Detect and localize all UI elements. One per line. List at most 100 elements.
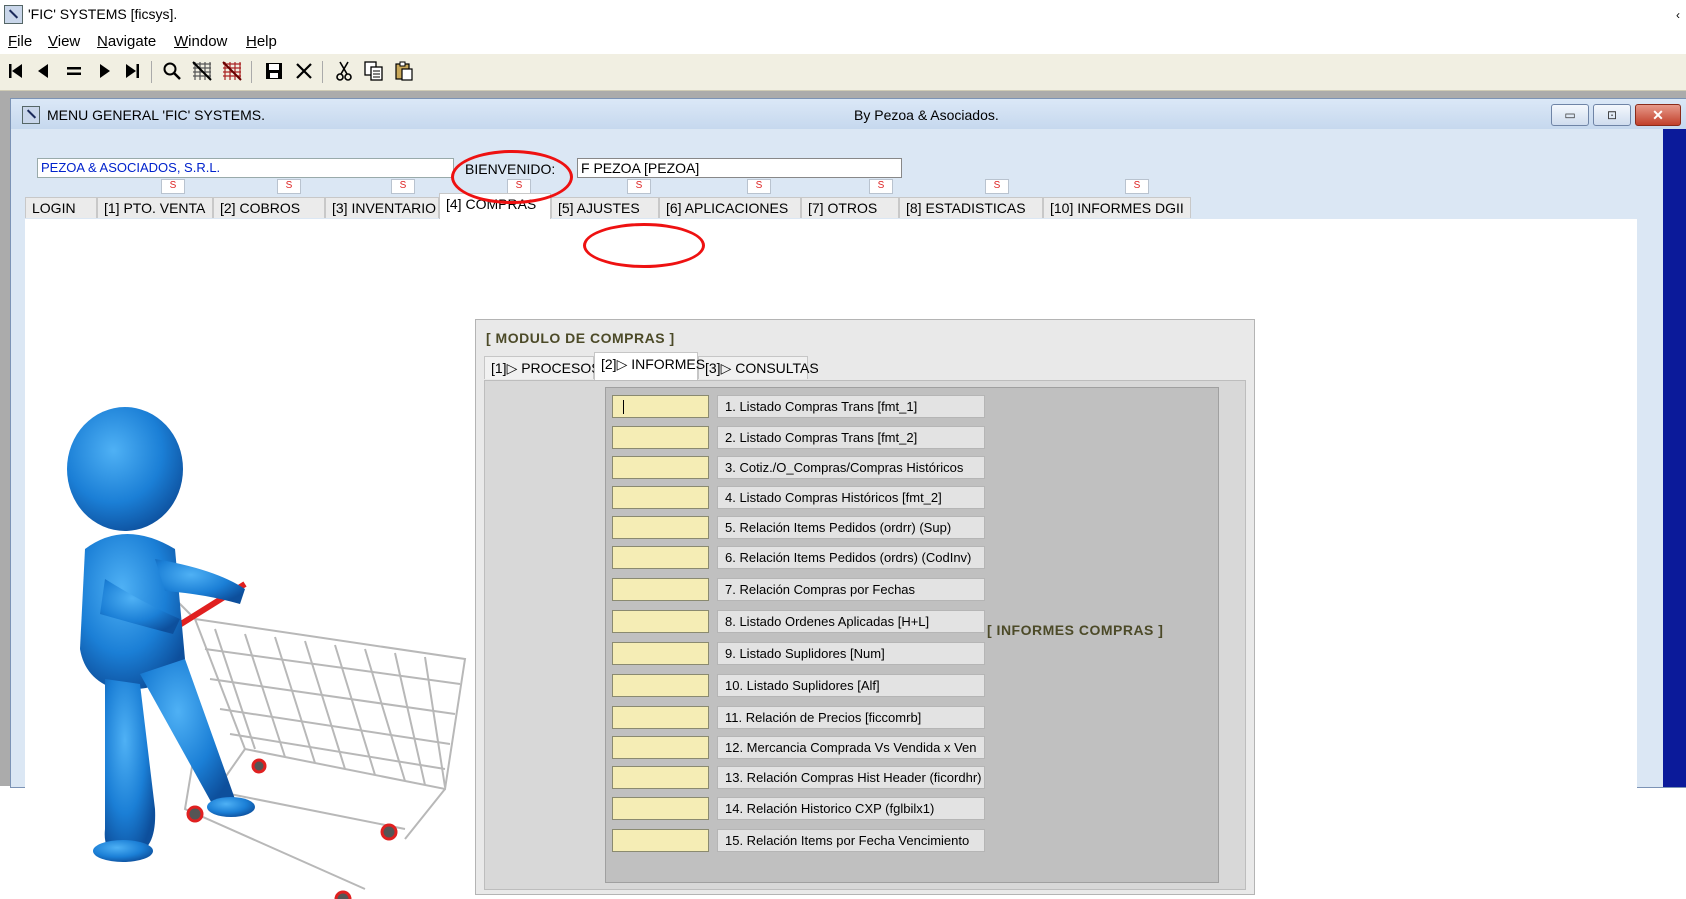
report-button-15[interactable]: 15. Relación Items por Fecha Vencimiento [717,829,985,852]
tab-login[interactable]: LOGIN [25,197,97,218]
save-icon[interactable] [262,59,286,83]
previous-record-icon[interactable] [32,59,56,83]
tab-ajustes[interactable]: [5] AJUSTES [551,197,659,218]
informes-compras-label: [ INFORMES COMPRAS ] [987,622,1164,638]
minimize-button[interactable]: ▭ [1551,104,1589,126]
tab-inventario[interactable]: [3] INVENTARIO [325,197,439,218]
tab-marker: S [507,179,531,194]
menu-navigate-accel: N [97,33,108,50]
menu-help[interactable]: Help [246,33,277,50]
mdi-titlebar[interactable]: MENU GENERAL 'FIC' SYSTEMS. By Pezoa & A… [11,99,1686,129]
report-button-6[interactable]: 6. Relación Items Pedidos (ordrs) (CodIn… [717,546,985,569]
tab-cobros[interactable]: [2] COBROS [213,197,325,218]
copy-icon[interactable] [362,59,386,83]
first-record-icon[interactable] [4,59,28,83]
menu-view-accel: V [48,33,58,50]
company-field[interactable]: PEZOA & ASOCIADOS, S.R.L. [37,158,454,178]
tab-otros[interactable]: [7] OTROS [801,197,899,218]
tab-compras[interactable]: [4] COMPRAS [439,193,551,219]
tab-marker: S [985,179,1009,194]
text-cursor [623,400,624,414]
menu-navigate-label: avigate [107,33,157,50]
right-strip [1663,129,1686,787]
tab-aplicaciones[interactable]: [6] APLICACIONES [659,197,801,218]
cut-icon[interactable] [332,59,356,83]
last-record-icon[interactable] [120,59,144,83]
report-option-input[interactable] [612,736,709,759]
filter-clear-icon[interactable] [220,59,244,83]
subtab-informes[interactable]: [2]▷ INFORMES [594,352,705,380]
mdi-content: PEZOA & ASOCIADOS, S.R.L. BIENVENIDO: F … [17,129,1657,899]
report-button-10[interactable]: 10. Listado Suplidores [Alf] [717,674,985,697]
search-icon[interactable] [160,59,184,83]
menu-window[interactable]: Window [174,33,227,50]
report-option-input[interactable] [612,486,709,509]
tab-marker: S [747,179,771,194]
report-button-14[interactable]: 14. Relación Historico CXP (fglbilx1) [717,797,985,820]
tab-estadisticas[interactable]: [8] ESTADISTICAS [899,197,1043,218]
report-button-9[interactable]: 9. Listado Suplidores [Num] [717,642,985,665]
menu-help-accel: H [246,33,257,50]
report-option-input[interactable] [612,578,709,601]
report-button-4[interactable]: 4. Listado Compras Históricos [fmt_2] [717,486,985,509]
report-option-input[interactable] [612,546,709,569]
filter-icon[interactable] [190,59,214,83]
report-option-input[interactable] [612,642,709,665]
mdi-window: MENU GENERAL 'FIC' SYSTEMS. By Pezoa & A… [10,98,1686,899]
mdi-byline: By Pezoa & Asociados. [854,107,999,123]
informes-right-area [1221,387,1233,881]
menu-file-accel: F [8,33,18,50]
delete-icon[interactable] [292,59,316,83]
report-option-input[interactable] [612,426,709,449]
close-icon: ✕ [1652,106,1664,123]
app-icon [4,5,23,24]
toolbar [0,54,1686,91]
menu-view-label: iew [57,33,81,50]
toolbar-separator [151,61,152,83]
restore-button[interactable]: ⊡ [1593,104,1631,126]
report-option-input[interactable] [612,797,709,820]
report-button-3[interactable]: 3. Cotiz./O_Compras/Compras Históricos [717,456,985,479]
toolbar-separator [251,61,252,83]
tab-pto-venta[interactable]: [1] PTO. VENTA [97,197,213,218]
menu-help-label: elp [256,33,277,50]
menu-view[interactable]: View [48,33,80,50]
tab-marker: S [869,179,893,194]
close-button[interactable]: ✕ [1635,104,1681,126]
report-option-input[interactable] [612,395,709,418]
report-option-input[interactable] [612,516,709,539]
report-option-input[interactable] [612,829,709,852]
report-option-input[interactable] [612,610,709,633]
report-button-11[interactable]: 11. Relación de Precios [ficcomrb] [717,706,985,729]
tab-informes-dgii[interactable]: [10] INFORMES DGII [1043,197,1191,218]
menu-window-accel: W [174,33,189,50]
menu-file[interactable]: File [8,33,32,50]
subtab-consultas[interactable]: [3]▷ CONSULTAS [698,356,819,379]
minimize-icon: ▭ [1564,108,1576,122]
report-option-input[interactable] [612,706,709,729]
report-button-8[interactable]: 8. Listado Ordenes Aplicadas [H+L] [717,610,985,633]
window-icon [22,106,40,124]
report-button-2[interactable]: 2. Listado Compras Trans [fmt_2] [717,426,985,449]
menu-navigate[interactable]: Navigate [97,33,156,50]
reports-grid: 1. Listado Compras Trans [fmt_1] 2. List… [605,387,1219,883]
paste-icon[interactable] [392,59,416,83]
report-option-input[interactable] [612,456,709,479]
report-button-7[interactable]: 7. Relación Compras por Fechas [717,578,985,601]
menu-window-label: indow [188,33,228,50]
next-record-icon[interactable] [92,59,116,83]
informes-left-area [485,381,605,889]
equals-icon[interactable] [62,59,86,83]
report-option-input[interactable] [612,674,709,697]
report-button-1[interactable]: 1. Listado Compras Trans [fmt_1] [717,395,985,418]
report-button-12[interactable]: 12. Mercancia Comprada Vs Vendida x Ven [717,736,985,759]
tab-marker: S [627,179,651,194]
shopping-cart-figure-image [67,407,467,899]
subtab-procesos[interactable]: [1]▷ PROCESOS [484,356,601,379]
module-title: [ MODULO DE COMPRAS ] [486,330,675,346]
menu-file-label: ile [17,33,33,50]
toolbar-separator [322,61,323,83]
tab-marker: S [1125,179,1149,194]
welcome-user-field[interactable]: F PEZOA [PEZOA] [577,158,902,178]
report-button-5[interactable]: 5. Relación Items Pedidos (ordrr) (Sup) [717,516,985,539]
